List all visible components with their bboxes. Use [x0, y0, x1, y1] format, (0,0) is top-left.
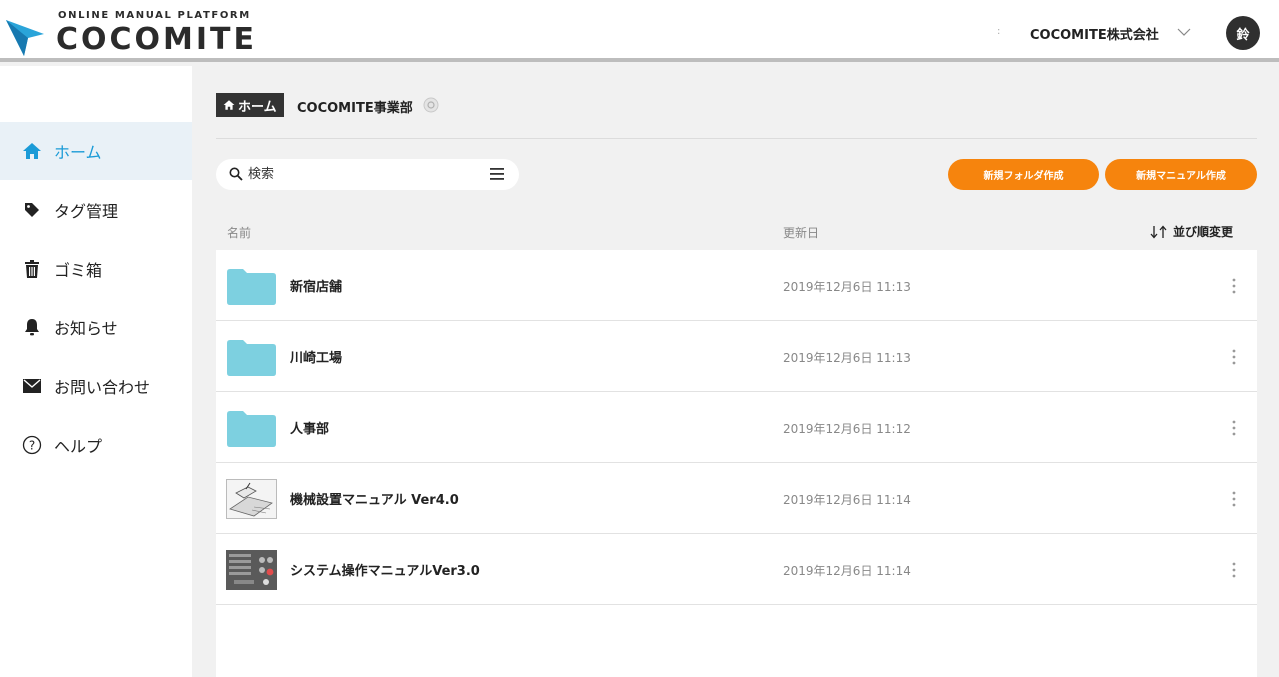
app-header: ONLINE MANUAL PLATFORM COCOMITE : COCOMI…: [0, 0, 1279, 62]
sort-label: 並び順変更: [1173, 225, 1234, 239]
item-date: 2019年12月6日 11:12: [783, 422, 911, 436]
breadcrumb-current: COCOMITE事業部: [297, 101, 413, 116]
list-item[interactable]: 人事部 2019年12月6日 11:12: [216, 392, 1257, 463]
list-item[interactable]: 機械設置マニュアル Ver4.0 2019年12月6日 11:14: [216, 463, 1257, 534]
manual-thumbnail-icon: [226, 479, 277, 519]
new-folder-button[interactable]: 新規フォルダ作成: [948, 159, 1099, 190]
sidebar-item-help[interactable]: ? ヘルプ: [0, 416, 192, 474]
sidebar: ホーム タグ管理 ゴミ箱 お知らせ お問い合わせ ? ヘルプ: [0, 66, 192, 677]
home-icon: [22, 141, 42, 161]
folder-icon: [227, 340, 276, 376]
item-name: 機械設置マニュアル Ver4.0: [290, 493, 459, 508]
item-name: 新宿店舗: [290, 280, 343, 295]
logo-subtitle: ONLINE MANUAL PLATFORM: [58, 10, 251, 21]
more-vert-icon[interactable]: [1226, 345, 1242, 369]
mail-icon: [22, 376, 42, 396]
header-separator: :: [997, 26, 1001, 37]
gear-icon[interactable]: [422, 96, 440, 114]
logo[interactable]: ONLINE MANUAL PLATFORM COCOMITE: [4, 8, 264, 57]
column-header-date[interactable]: 更新日: [783, 224, 819, 241]
manual-thumbnail-icon: [226, 550, 277, 590]
sidebar-item-contact[interactable]: お問い合わせ: [0, 357, 192, 415]
logo-arrow-icon: [6, 20, 44, 56]
sidebar-item-tags[interactable]: タグ管理: [0, 181, 192, 239]
tag-icon: [22, 200, 42, 220]
search-bar: [216, 159, 519, 190]
item-date: 2019年12月6日 11:14: [783, 564, 911, 578]
column-header-name[interactable]: 名前: [227, 224, 251, 241]
item-date: 2019年12月6日 11:13: [783, 351, 911, 365]
search-icon: [229, 167, 243, 181]
sidebar-item-label: ゴミ箱: [54, 261, 103, 280]
item-name: システム操作マニュアルVer3.0: [290, 564, 480, 579]
list-item[interactable]: システム操作マニュアルVer3.0 2019年12月6日 11:14: [216, 534, 1257, 605]
item-date: 2019年12月6日 11:13: [783, 280, 911, 294]
folder-icon: [227, 269, 276, 305]
divider: [216, 138, 1257, 139]
help-icon: ?: [22, 435, 42, 455]
trash-icon: [22, 259, 42, 279]
sort-icon: [1150, 225, 1167, 238]
list-item[interactable]: 新宿店舗 2019年12月6日 11:13: [216, 250, 1257, 321]
folder-icon: [227, 411, 276, 447]
chevron-down-icon[interactable]: [1176, 24, 1192, 40]
new-manual-button[interactable]: 新規マニュアル作成: [1105, 159, 1257, 190]
svg-text:?: ?: [29, 439, 35, 453]
home-icon: [223, 100, 235, 110]
logo-title: COCOMITE: [56, 22, 258, 57]
more-vert-icon[interactable]: [1226, 416, 1242, 440]
breadcrumb-home[interactable]: ホーム: [216, 93, 284, 117]
sidebar-item-label: タグ管理: [54, 202, 119, 221]
breadcrumb-home-label: ホーム: [238, 99, 277, 115]
menu-icon[interactable]: [489, 167, 505, 181]
file-list: 新宿店舗 2019年12月6日 11:13 川崎工場 2019年12月6日 11…: [216, 250, 1257, 677]
item-name: 川崎工場: [290, 351, 343, 366]
avatar[interactable]: 鈴: [1226, 16, 1260, 50]
item-date: 2019年12月6日 11:14: [783, 493, 911, 507]
bell-icon: [22, 317, 42, 337]
sidebar-item-label: お問い合わせ: [54, 378, 151, 397]
list-item[interactable]: 川崎工場 2019年12月6日 11:13: [216, 321, 1257, 392]
more-vert-icon[interactable]: [1226, 558, 1242, 582]
sidebar-item-label: ホーム: [54, 143, 102, 162]
company-selector[interactable]: COCOMITE株式会社: [1030, 24, 1159, 43]
sidebar-item-label: お知らせ: [54, 319, 118, 338]
sidebar-item-notifications[interactable]: お知らせ: [0, 298, 192, 356]
item-name: 人事部: [290, 422, 330, 437]
sidebar-item-home[interactable]: ホーム: [0, 122, 192, 180]
sidebar-item-trash[interactable]: ゴミ箱: [0, 240, 192, 298]
sidebar-item-label: ヘルプ: [54, 437, 103, 456]
more-vert-icon[interactable]: [1226, 487, 1242, 511]
search-input[interactable]: [248, 163, 478, 186]
more-vert-icon[interactable]: [1226, 274, 1242, 298]
sort-button[interactable]: 並び順変更: [1149, 223, 1233, 240]
